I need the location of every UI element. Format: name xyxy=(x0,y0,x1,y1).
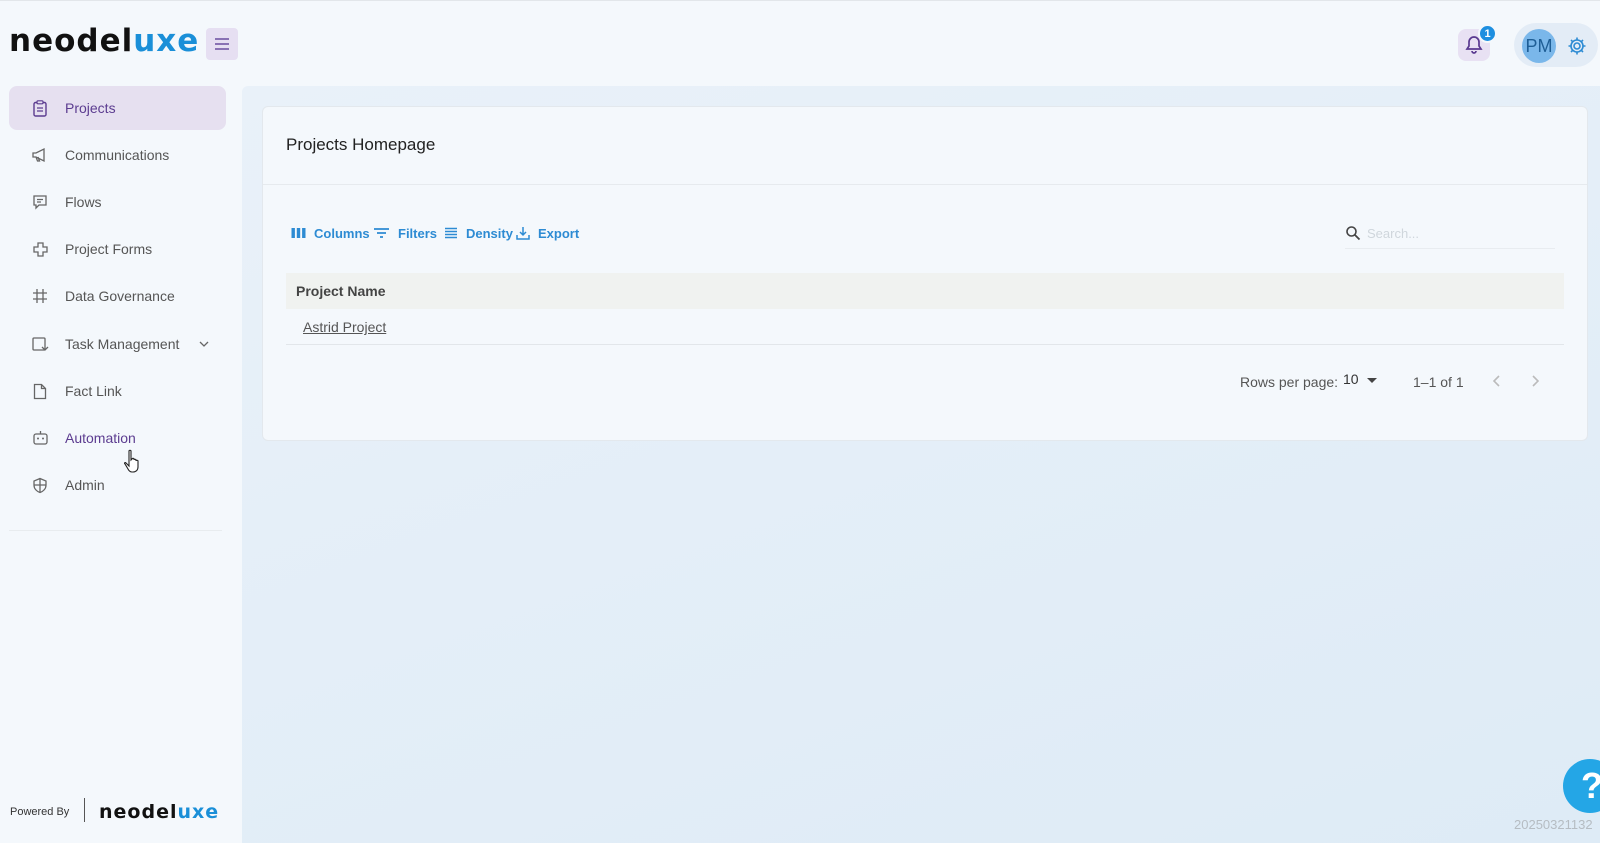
sidebar-item-label: Automation xyxy=(65,430,136,446)
table-header: Project Name xyxy=(286,273,1564,309)
table-row[interactable]: Astrid Project xyxy=(286,309,1564,345)
notification-badge: 1 xyxy=(1478,24,1497,43)
project-link[interactable]: Astrid Project xyxy=(303,319,386,335)
rows-per-page-label: Rows per page: xyxy=(1240,374,1339,390)
sidebar-item-project-forms[interactable]: Project Forms xyxy=(9,227,226,271)
sidebar-item-label: Fact Link xyxy=(65,383,122,399)
powered-by-label: Powered By xyxy=(10,806,70,818)
clipboard-icon xyxy=(31,99,49,117)
sidebar-item-communications[interactable]: Communications xyxy=(9,133,226,177)
density-icon xyxy=(445,227,457,239)
grid-icon xyxy=(31,287,49,305)
menu-toggle-button[interactable] xyxy=(206,28,238,60)
top-header: neodeluxe 1 PM xyxy=(0,0,1600,86)
sidebar-item-admin[interactable]: Admin xyxy=(9,463,226,507)
columns-label: Columns xyxy=(314,225,370,241)
sidebar-item-label: Projects xyxy=(65,100,116,116)
filters-label: Filters xyxy=(398,225,438,241)
chevron-right-icon[interactable] xyxy=(1529,373,1541,389)
sidebar: Projects Communications Flows Project Fo… xyxy=(0,86,242,843)
chat-icon xyxy=(31,193,49,211)
robot-icon xyxy=(31,429,49,447)
footer-divider xyxy=(84,798,85,822)
avatar[interactable]: PM xyxy=(1522,29,1556,63)
task-icon xyxy=(31,335,49,353)
sidebar-item-label: Flows xyxy=(65,194,102,210)
card-divider xyxy=(263,184,1587,185)
hand-cursor-icon xyxy=(123,449,143,478)
sidebar-item-task-management[interactable]: Task Management xyxy=(9,322,226,366)
filters-button[interactable]: Filters xyxy=(373,223,437,243)
gear-icon xyxy=(1568,37,1586,55)
sidebar-item-automation[interactable]: Automation xyxy=(9,416,226,460)
sidebar-item-flows[interactable]: Flows xyxy=(9,180,226,224)
projects-card: Projects Homepage Columns Filters Densit… xyxy=(262,106,1588,441)
sidebar-item-label: Project Forms xyxy=(65,241,153,257)
export-label: Export xyxy=(538,225,580,241)
sidebar-item-label: Admin xyxy=(65,477,105,493)
document-icon xyxy=(31,382,49,400)
density-button[interactable]: Density xyxy=(444,223,513,243)
sidebar-divider xyxy=(9,530,222,531)
download-icon xyxy=(516,227,530,240)
export-button[interactable]: Export xyxy=(516,223,579,243)
hamburger-icon xyxy=(215,38,229,50)
settings-button[interactable] xyxy=(1564,33,1590,59)
footer-logo: neodeluxe xyxy=(99,801,220,823)
sidebar-item-label: Communications xyxy=(65,147,170,163)
rows-per-page-select[interactable]: 10 xyxy=(1343,371,1383,393)
sidebar-item-label: Task Management xyxy=(65,336,180,352)
chevron-left-icon[interactable] xyxy=(1491,373,1503,389)
brand-logo[interactable]: neodeluxe xyxy=(9,23,199,59)
pagination-range: 1–1 of 1 xyxy=(1413,374,1464,390)
shield-icon xyxy=(31,476,49,494)
column-header-project-name[interactable]: Project Name xyxy=(296,283,385,299)
search-field xyxy=(1345,217,1555,249)
sidebar-item-projects[interactable]: Projects xyxy=(9,86,226,130)
megaphone-icon xyxy=(31,146,49,164)
chevron-down-icon xyxy=(199,341,209,347)
puzzle-icon xyxy=(31,240,49,258)
caret-down-icon xyxy=(1367,378,1377,383)
columns-icon xyxy=(291,228,306,238)
rows-per-page-value: 10 xyxy=(1343,371,1359,387)
columns-button[interactable]: Columns xyxy=(291,223,370,243)
build-id: 20250321132 xyxy=(1514,817,1593,832)
density-label: Density xyxy=(466,225,513,241)
page-title: Projects Homepage xyxy=(286,135,436,154)
search-icon xyxy=(1346,226,1361,241)
sidebar-item-label: Data Governance xyxy=(65,288,175,304)
sidebar-item-fact-link[interactable]: Fact Link xyxy=(9,369,226,413)
search-input[interactable] xyxy=(1367,223,1547,243)
sidebar-item-data-governance[interactable]: Data Governance xyxy=(9,274,226,318)
filter-icon xyxy=(374,228,389,238)
